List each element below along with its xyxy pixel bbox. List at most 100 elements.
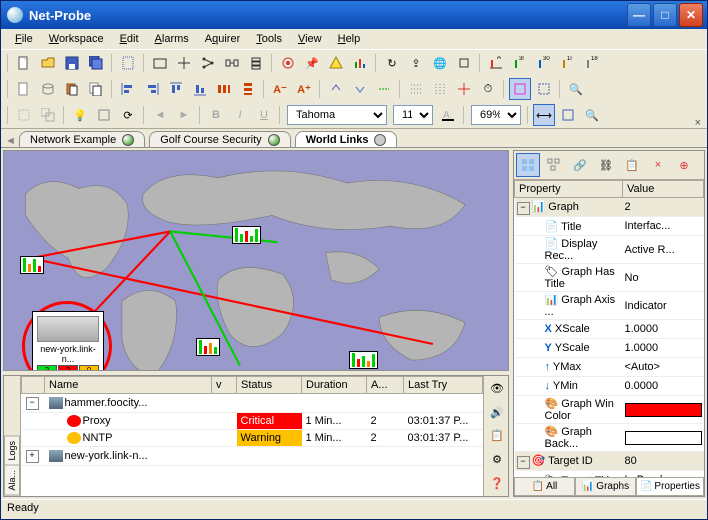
probe-eu[interactable] [232,226,261,244]
paste-icon[interactable] [61,78,83,100]
menu-file[interactable]: File [7,31,41,47]
alert-icon[interactable] [325,52,347,74]
folder-icon[interactable] [149,52,171,74]
stack-icon[interactable] [245,52,267,74]
layer-tool-icon[interactable] [93,104,115,126]
underline-button[interactable]: U [253,104,275,126]
export-icon[interactable]: ⇪ [405,52,427,74]
sidetab-properties[interactable]: 📄Properties [636,478,704,496]
pg-hastitle[interactable]: 🏷 Graph Has TitleNo [515,264,704,292]
style-up-icon[interactable] [325,78,347,100]
pcol-val[interactable]: Value [623,181,704,198]
db-icon[interactable] [37,78,59,100]
pg-back[interactable]: 🎨 Graph Back... [515,424,704,452]
align-left-icon[interactable] [117,78,139,100]
probe-au[interactable] [349,351,378,369]
graph-icon[interactable] [349,52,371,74]
socket-icon[interactable] [453,52,475,74]
bold-button[interactable]: B [205,104,227,126]
log-tool-2[interactable]: 🔊 [486,402,508,424]
pg-display[interactable]: 📄 Display Rec...Active R... [515,236,704,264]
fit-box-icon[interactable] [557,104,579,126]
tree-icon[interactable] [197,52,219,74]
probe-na[interactable] [20,256,44,274]
col-v[interactable]: v [212,377,237,394]
chart-b2-icon[interactable]: 30 [533,52,555,74]
sb-tool-link[interactable]: 🔗 [568,153,592,177]
aplus-icon[interactable]: A⁺ [293,78,315,100]
target-icon[interactable] [277,52,299,74]
log-tool-4[interactable]: ⚙ [486,449,508,471]
col-name[interactable]: Name [45,377,212,394]
zoom-select[interactable]: 69% [471,105,521,125]
device-new-york[interactable]: new-york.link-n... 2 2 0 [32,311,104,371]
menu-edit[interactable]: Edit [112,31,147,47]
row-newyork[interactable]: + new-york.link-n... [22,447,483,466]
pg-graph[interactable]: −📊 Graph2 [515,198,704,217]
page-icon[interactable] [117,52,139,74]
new-icon[interactable] [13,52,35,74]
layer-b-icon[interactable] [37,104,59,126]
menu-alarms[interactable]: Alarms [147,31,197,47]
pg-title[interactable]: 📄 TitleInterfac... [515,217,704,236]
align-top-icon[interactable] [165,78,187,100]
chart-b3-icon[interactable]: 1l [557,52,579,74]
row-hammer[interactable]: − hammer.foocity... [22,394,483,413]
log-tool-3[interactable]: 📋 [486,425,508,447]
log-tool-5[interactable]: ❓ [486,472,508,494]
size-select[interactable]: 11 [393,105,433,125]
pin-icon[interactable]: 📌 [301,52,323,74]
back-icon[interactable]: ◄ [149,104,171,126]
tab-network-example[interactable]: Network Example [19,131,145,147]
logtab-alarms[interactable]: Ala... [4,465,20,496]
globe-icon[interactable]: 🌐 [429,52,451,74]
pg-target[interactable]: −🎯 Target ID80 [515,452,704,471]
crosshair-icon[interactable] [453,78,475,100]
forward-icon[interactable]: ► [173,104,195,126]
link-icon[interactable] [221,52,243,74]
open-icon[interactable] [37,52,59,74]
fit-width-icon[interactable]: ⟷ [533,104,555,126]
menu-help[interactable]: Help [330,31,369,47]
save-all-icon[interactable] [85,52,107,74]
property-grid[interactable]: PropertyValue −📊 Graph2 📄 TitleInterfac.… [514,180,704,477]
align-right-icon[interactable] [141,78,163,100]
page-blank-icon[interactable] [13,78,35,100]
col-duration[interactable]: Duration [302,377,367,394]
grid-h-icon[interactable] [405,78,427,100]
arrows-icon[interactable] [173,52,195,74]
menu-tools[interactable]: Tools [248,31,290,47]
pg-axis[interactable]: 📊 Graph Axis ...Indicator [515,292,704,320]
chart-b4-icon[interactable]: 18 [581,52,603,74]
sel-rect-icon[interactable] [509,78,531,100]
style-dash-icon[interactable] [373,78,395,100]
textcolor-icon[interactable]: A [437,104,459,126]
tab-golf-course[interactable]: Golf Course Security [149,131,290,147]
pg-yscale[interactable]: Y YScale1.0000 [515,339,704,358]
log-tool-1[interactable]: 👁 [486,378,508,400]
row-proxy[interactable]: Proxy Critical 1 Min... 2 03:01:37 P... [22,413,483,430]
maximize-button[interactable]: □ [653,3,677,27]
map-canvas[interactable]: new-york.link-n... 2 2 0 [3,150,509,371]
find-icon[interactable]: 🔍 [581,104,603,126]
pcol-prop[interactable]: Property [515,181,623,198]
bulb-icon[interactable]: 💡 [69,104,91,126]
close-button[interactable]: ✕ [679,3,703,27]
menu-aquirer[interactable]: Aquirer [197,31,248,47]
logtab-logs[interactable]: Logs [4,436,20,466]
timer-icon[interactable]: ⏱ [477,78,499,100]
font-select[interactable]: Tahoma [287,105,387,125]
probe-af[interactable] [196,338,220,356]
chart-a-icon[interactable]: A [485,52,507,74]
aminus-icon[interactable]: A⁻ [269,78,291,100]
col-status[interactable]: Status [237,377,302,394]
pg-wincolor[interactable]: 🎨 Graph Win Color [515,396,704,424]
tab-world-links[interactable]: World Links [295,131,398,147]
save-icon[interactable] [61,52,83,74]
sb-tool-x[interactable]: × [646,153,670,177]
sel-marquee-icon[interactable] [533,78,555,100]
col-lasttry[interactable]: Last Try [404,377,483,394]
pg-xscale[interactable]: X XScale1.0000 [515,320,704,339]
layer-a-icon[interactable] [13,104,35,126]
tab-scroll-left[interactable]: ◄ [5,135,15,147]
